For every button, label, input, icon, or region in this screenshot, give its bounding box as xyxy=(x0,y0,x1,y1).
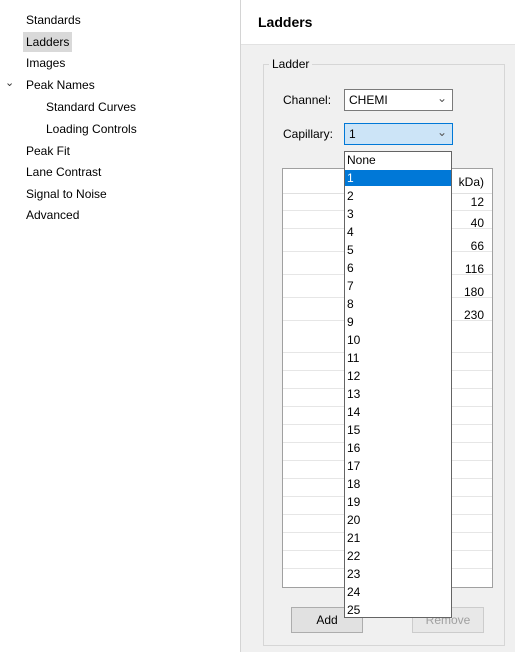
dropdown-option[interactable]: 11 xyxy=(345,350,451,366)
chevron-down-icon[interactable]: ⌄ xyxy=(5,76,14,89)
capillary-label: Capillary: xyxy=(283,127,334,141)
chevron-down-icon: ⌄ xyxy=(436,91,447,105)
dropdown-option[interactable]: 22 xyxy=(345,548,451,564)
channel-select[interactable]: CHEMI ⌄ xyxy=(344,89,453,111)
dropdown-option[interactable]: 19 xyxy=(345,494,451,510)
table-cell: 66 xyxy=(470,239,484,253)
dropdown-option[interactable]: 2 xyxy=(345,188,451,204)
panel-header: Ladders xyxy=(241,0,515,45)
dropdown-option[interactable]: None xyxy=(345,152,451,168)
dropdown-option[interactable]: 23 xyxy=(345,566,451,582)
nav-item-ladders[interactable]: Ladders xyxy=(23,32,73,52)
dropdown-option[interactable]: 8 xyxy=(345,296,451,312)
dropdown-option[interactable]: 25 xyxy=(345,602,451,617)
table-cell: 116 xyxy=(464,262,484,276)
nav-item-peak-names[interactable]: Peak Names xyxy=(26,75,95,95)
channel-label: Channel: xyxy=(283,93,332,107)
dropdown-option[interactable]: 24 xyxy=(345,584,451,600)
nav-item-loading-controls[interactable]: Loading Controls xyxy=(46,119,137,139)
table-cell: 230 xyxy=(463,308,484,322)
nav-item-standards[interactable]: Standards xyxy=(26,10,81,30)
nav-item-images[interactable]: Images xyxy=(26,53,65,73)
nav-item-signal-to-noise[interactable]: Signal to Noise xyxy=(26,184,107,204)
dropdown-option[interactable]: 10 xyxy=(345,332,451,348)
dropdown-option[interactable]: 17 xyxy=(345,458,451,474)
dropdown-option[interactable]: 12 xyxy=(345,368,451,384)
dropdown-option[interactable]: 5 xyxy=(345,242,451,258)
nav-item-peak-fit[interactable]: Peak Fit xyxy=(26,141,70,161)
dropdown-option[interactable]: 14 xyxy=(345,404,451,420)
nav-item-lane-contrast[interactable]: Lane Contrast xyxy=(26,162,101,182)
nav-item-standard-curves[interactable]: Standard Curves xyxy=(46,97,136,117)
table-cell: 180 xyxy=(463,285,484,299)
dropdown-option[interactable]: 18 xyxy=(345,476,451,492)
column-header-kda[interactable]: kDa) xyxy=(459,175,484,189)
nav-item-advanced[interactable]: Advanced xyxy=(26,205,79,225)
dropdown-option[interactable]: 3 xyxy=(345,206,451,222)
ladder-group-label: Ladder xyxy=(269,58,313,71)
dropdown-option[interactable]: 9 xyxy=(345,314,451,330)
table-cell: 40 xyxy=(470,216,484,230)
capillary-dropdown-list[interactable]: None 1 2 3 4 5 6 7 8 9 10 11 12 13 14 15… xyxy=(344,151,452,618)
dropdown-option[interactable]: 4 xyxy=(345,224,451,240)
dropdown-option[interactable]: 20 xyxy=(345,512,451,528)
capillary-value: 1 xyxy=(349,127,356,141)
table-cell: 12 xyxy=(470,195,484,209)
channel-value: CHEMI xyxy=(349,93,388,107)
dropdown-option-selected[interactable]: 1 xyxy=(345,170,451,186)
chevron-down-icon: ⌄ xyxy=(436,125,447,139)
dropdown-option[interactable]: 16 xyxy=(345,440,451,456)
capillary-select[interactable]: 1 ⌄ xyxy=(344,123,453,145)
dropdown-option[interactable]: 13 xyxy=(345,386,451,402)
dropdown-option[interactable]: 7 xyxy=(345,278,451,294)
dropdown-option[interactable]: 15 xyxy=(345,422,451,438)
dropdown-option[interactable]: 21 xyxy=(345,530,451,546)
dropdown-option[interactable]: 6 xyxy=(345,260,451,276)
settings-nav-tree: Standards Ladders Images ⌄ Peak Names St… xyxy=(0,0,240,652)
page-title: Ladders xyxy=(258,14,313,30)
